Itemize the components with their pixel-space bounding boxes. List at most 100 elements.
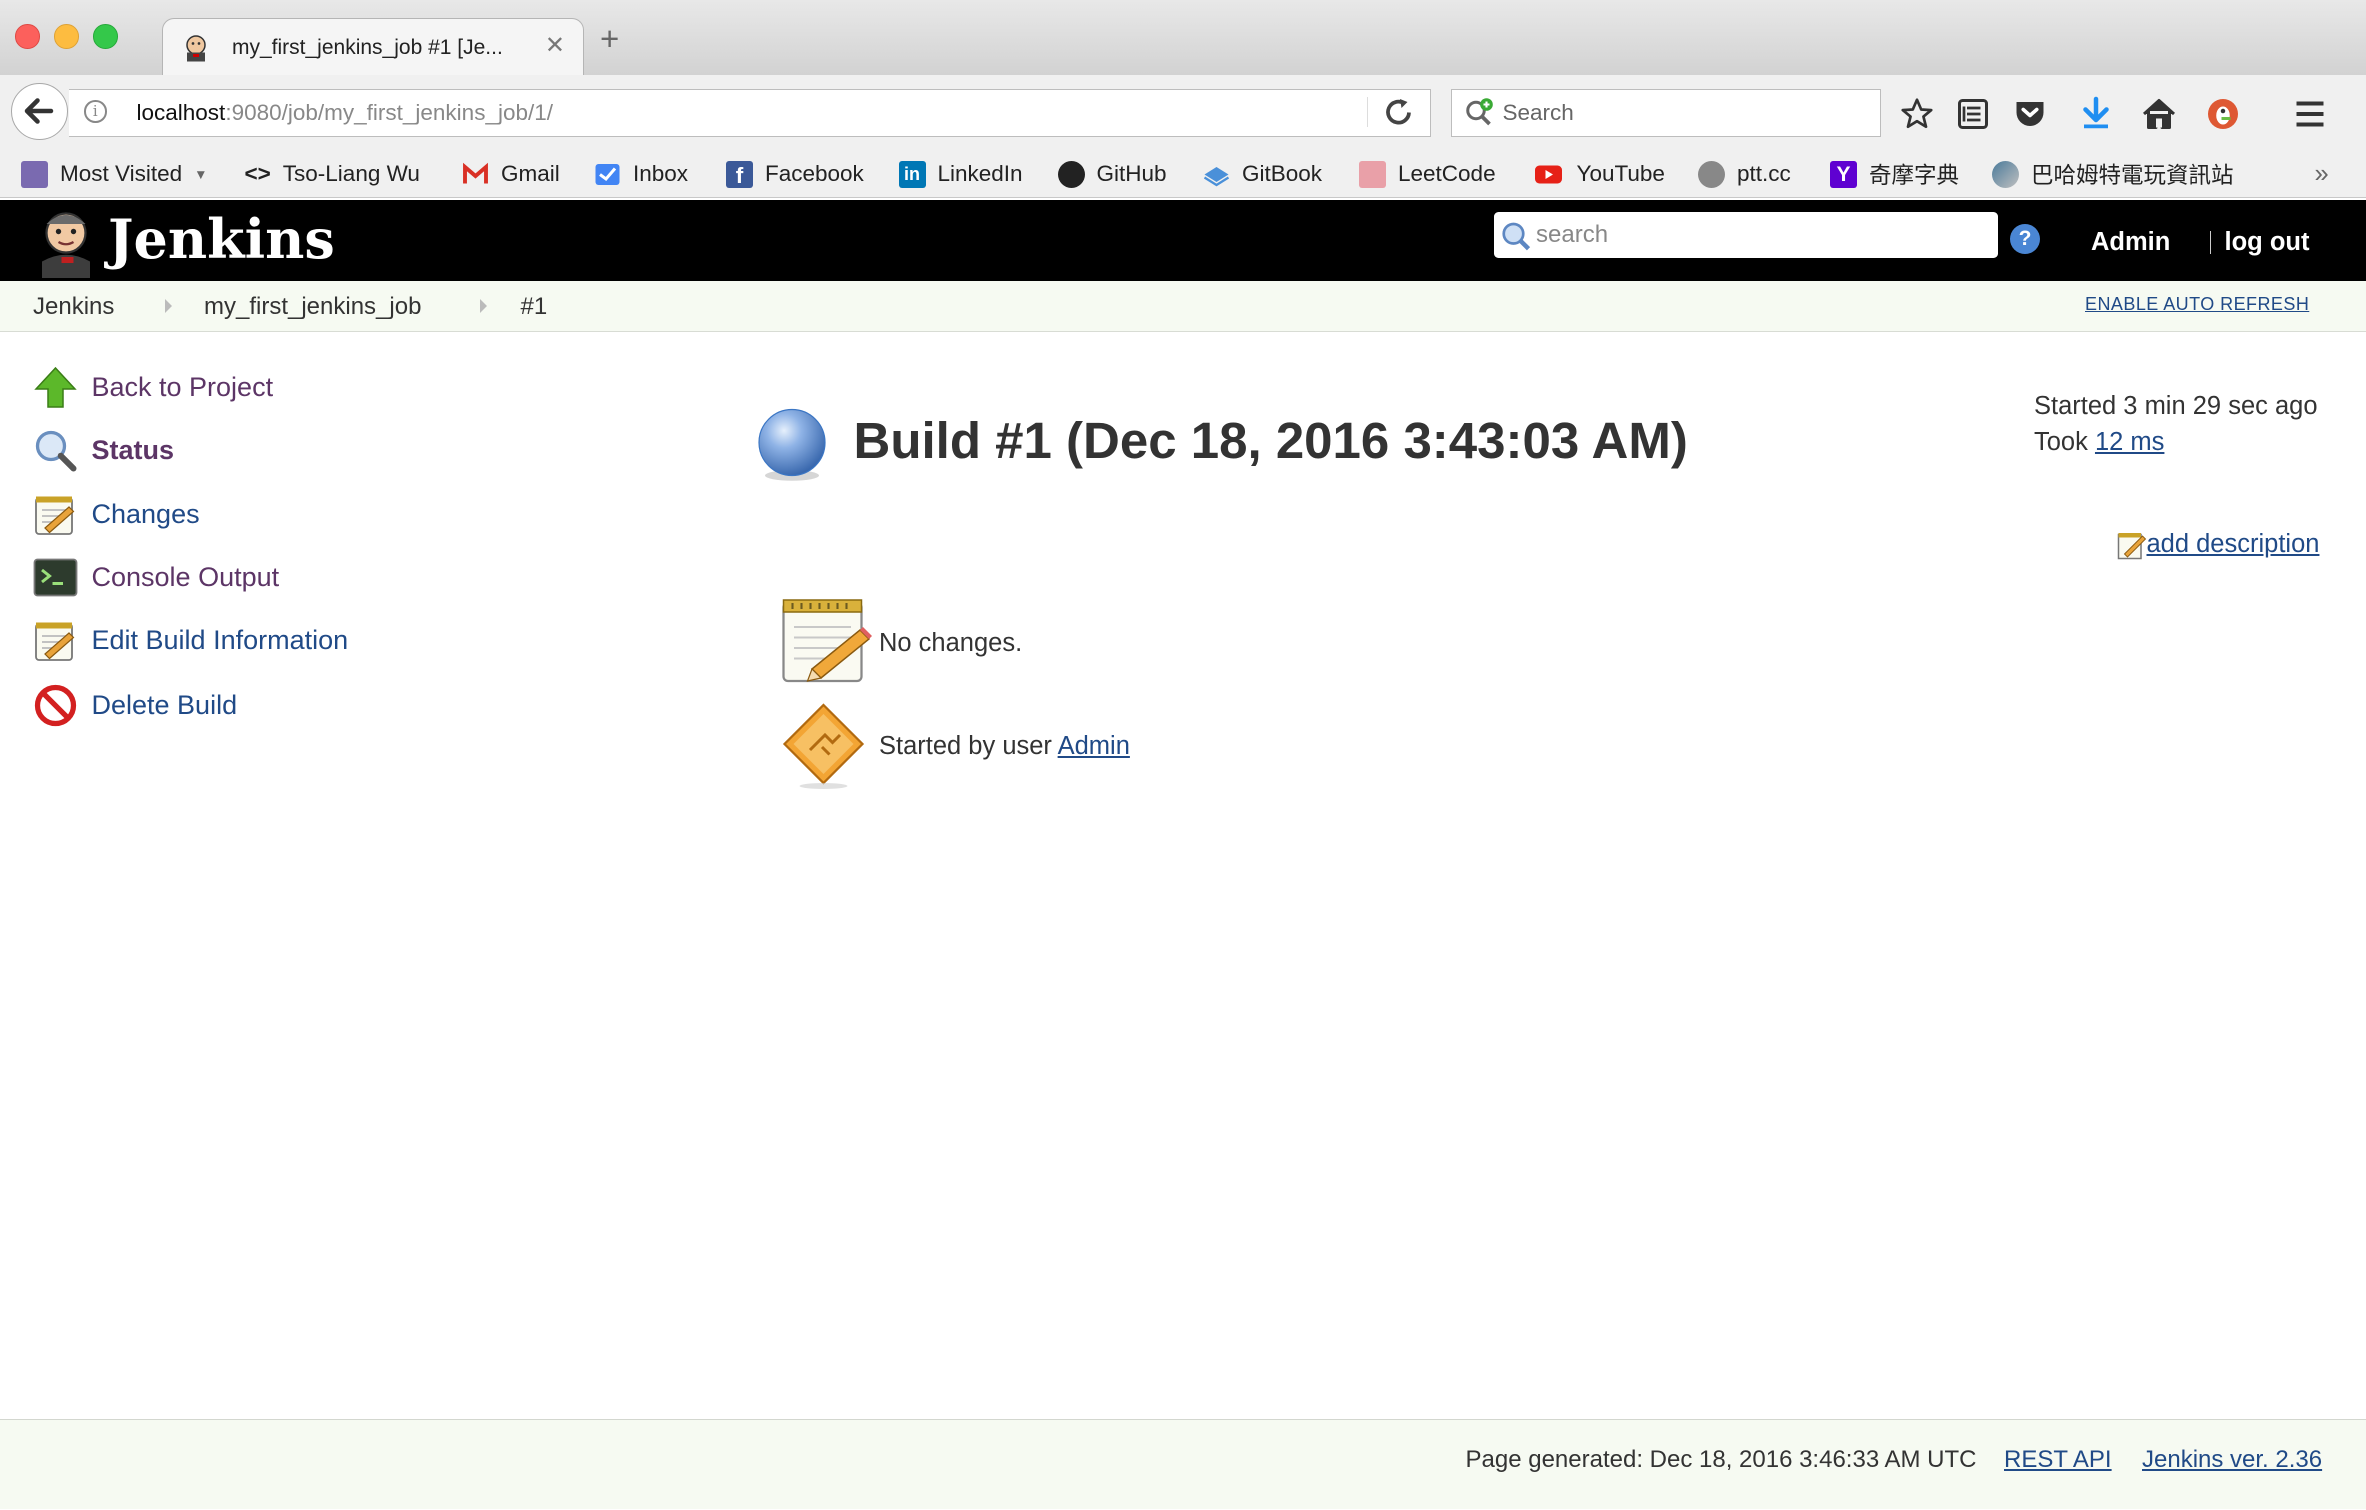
close-tab-icon[interactable]: ✕ bbox=[545, 31, 565, 60]
bookmark-gitbook[interactable]: GitBook bbox=[1203, 158, 1322, 191]
code-icon: <> bbox=[244, 161, 271, 186]
jenkins-favicon-icon bbox=[186, 34, 206, 61]
breadcrumb-job[interactable]: my_first_jenkins_job bbox=[204, 293, 421, 321]
bookmark-label: GitHub bbox=[1096, 161, 1167, 186]
tab-title: my_first_jenkins_job #1 [Je... bbox=[232, 35, 503, 59]
side-item-console-output[interactable]: Console Output bbox=[33, 555, 279, 600]
youtube-icon bbox=[1534, 165, 1562, 183]
tab-strip: my_first_jenkins_job #1 [Je... ✕ + bbox=[0, 0, 2366, 78]
bookmark-label: YouTube bbox=[1576, 161, 1665, 186]
side-item-delete-build[interactable]: Delete Build bbox=[33, 683, 237, 728]
gmail-icon bbox=[463, 162, 488, 183]
side-item-changes[interactable]: Changes bbox=[33, 492, 200, 537]
side-item-status[interactable]: Status bbox=[33, 428, 174, 473]
side-item-label: Back to Project bbox=[91, 371, 274, 402]
bookmark-leetcode[interactable]: LeetCode bbox=[1359, 158, 1496, 191]
page-generated-text: Page generated: Dec 18, 2016 3:46:33 AM … bbox=[1465, 1445, 1977, 1473]
back-button[interactable] bbox=[10, 82, 68, 140]
started-by-user-link[interactable]: Admin bbox=[1058, 732, 1130, 760]
globe-icon bbox=[1698, 160, 1725, 188]
bookmark-youtube[interactable]: YouTube bbox=[1532, 158, 1665, 191]
enable-auto-refresh-link[interactable]: ENABLE AUTO REFRESH bbox=[2085, 294, 2309, 315]
duckduckgo-icon[interactable] bbox=[2205, 96, 2241, 132]
bookmark-label: Gmail bbox=[501, 161, 560, 186]
help-icon[interactable]: ? bbox=[2010, 223, 2040, 254]
no-changes-text: No changes. bbox=[879, 628, 1023, 657]
bookmark-label: Facebook bbox=[765, 161, 864, 186]
user-link[interactable]: Admin bbox=[2091, 228, 2170, 257]
jenkins-logo-icon[interactable] bbox=[33, 206, 102, 278]
bookmark-ptt[interactable]: ptt.cc bbox=[1698, 158, 1791, 191]
bookmark-linkedin[interactable]: in LinkedIn bbox=[898, 158, 1023, 191]
nav-toolbar: i localhost:9080/job/my_first_jenkins_jo… bbox=[0, 75, 2366, 150]
home-icon[interactable] bbox=[2141, 96, 2177, 132]
side-item-label: Changes bbox=[91, 499, 200, 529]
no-entry-icon bbox=[34, 684, 77, 726]
bookmark-label: LeetCode bbox=[1398, 161, 1496, 186]
jenkins-search-box[interactable]: search bbox=[1494, 211, 1998, 258]
facebook-icon: f bbox=[726, 160, 753, 188]
bookmarks-overflow-chevron-icon[interactable]: » bbox=[2315, 158, 2329, 191]
started-by-label: Started by user bbox=[879, 732, 1052, 760]
leetcode-icon bbox=[1359, 160, 1386, 188]
url-path: :9080/job/my_first_jenkins_job/1/ bbox=[225, 100, 554, 125]
jenkins-search-placeholder: search bbox=[1536, 220, 1609, 248]
build-duration-link[interactable]: 12 ms bbox=[2095, 428, 2164, 456]
breadcrumb-arrow-icon[interactable] bbox=[480, 298, 487, 313]
side-item-label: Console Output bbox=[91, 562, 280, 592]
side-item-edit-build-information[interactable]: Edit Build Information bbox=[33, 618, 348, 663]
yahoo-icon: Y bbox=[1830, 160, 1857, 188]
jenkins-version-link[interactable]: Jenkins ver. 2.36 bbox=[2142, 1446, 2322, 1474]
side-item-back-to-project[interactable]: Back to Project bbox=[33, 365, 273, 410]
header-divider bbox=[2209, 231, 2211, 254]
minimize-window-button[interactable] bbox=[54, 24, 79, 49]
bookmark-tso-liang-wu[interactable]: <> Tso-Liang Wu bbox=[245, 158, 420, 191]
maximize-window-button[interactable] bbox=[93, 24, 118, 49]
bookmarks-bar: Most Visited ▼ <> Tso-Liang Wu Gmail Inb… bbox=[0, 150, 2366, 198]
bookmark-gmail[interactable]: Gmail bbox=[462, 158, 560, 191]
url-host: localhost bbox=[136, 100, 226, 125]
bookmark-label: LinkedIn bbox=[937, 161, 1023, 186]
up-arrow-icon bbox=[34, 366, 77, 408]
reading-list-icon[interactable] bbox=[1955, 96, 1991, 132]
side-item-label: Edit Build Information bbox=[91, 625, 349, 655]
add-description-link[interactable]: add description bbox=[2147, 530, 2320, 559]
rest-api-link[interactable]: REST API bbox=[2004, 1446, 2112, 1474]
bookmark-yahoo-dictionary[interactable]: Y 奇摩字典 bbox=[1830, 158, 1959, 191]
browser-tab[interactable]: my_first_jenkins_job #1 [Je... ✕ bbox=[162, 18, 584, 78]
breadcrumb-build[interactable]: #1 bbox=[521, 293, 548, 321]
notepad-icon bbox=[35, 622, 75, 661]
logout-link[interactable]: log out bbox=[2225, 228, 2310, 257]
reload-icon[interactable] bbox=[1382, 96, 1418, 129]
pocket-icon[interactable] bbox=[2012, 96, 2048, 132]
changes-notepad-icon bbox=[781, 599, 872, 683]
started-by: Started by user Admin bbox=[879, 732, 1130, 761]
new-tab-button[interactable]: + bbox=[600, 22, 619, 55]
bookmark-label: ptt.cc bbox=[1737, 161, 1791, 186]
add-description[interactable]: add description bbox=[2117, 530, 2320, 560]
bookmark-github[interactable]: GitHub bbox=[1057, 158, 1167, 191]
close-window-button[interactable] bbox=[15, 24, 40, 49]
jenkins-brand[interactable]: Jenkins bbox=[108, 207, 335, 271]
url-bar[interactable]: i localhost:9080/job/my_first_jenkins_jo… bbox=[69, 88, 1431, 137]
bookmark-label: 奇摩字典 bbox=[1869, 163, 1960, 188]
chevron-down-icon: ▼ bbox=[194, 166, 208, 182]
bookmark-label: GitBook bbox=[1242, 161, 1323, 186]
magnifier-icon bbox=[35, 430, 77, 471]
bookmark-inbox[interactable]: Inbox bbox=[594, 158, 688, 191]
bookmark-label: Tso-Liang Wu bbox=[282, 161, 420, 186]
terminal-icon bbox=[33, 558, 78, 597]
bookmark-most-visited[interactable]: Most Visited ▼ bbox=[21, 158, 208, 191]
browser-search-bar[interactable]: Search bbox=[1450, 88, 1881, 137]
footer: Page generated: Dec 18, 2016 3:46:33 AM … bbox=[0, 1419, 2366, 1509]
hamburger-menu-icon[interactable] bbox=[2292, 96, 2328, 132]
download-icon[interactable] bbox=[2078, 96, 2114, 132]
info-icon[interactable]: i bbox=[84, 100, 107, 123]
bookmark-facebook[interactable]: f Facebook bbox=[726, 158, 864, 191]
breadcrumb-arrow-icon[interactable] bbox=[165, 298, 172, 313]
bookmark-star-icon[interactable] bbox=[1899, 96, 1935, 132]
bookmark-bahamut[interactable]: 巴哈姆特電玩資訊站 bbox=[1992, 158, 2234, 191]
inbox-icon bbox=[595, 163, 620, 185]
linkedin-icon: in bbox=[898, 160, 926, 188]
breadcrumb-jenkins[interactable]: Jenkins bbox=[33, 293, 114, 321]
